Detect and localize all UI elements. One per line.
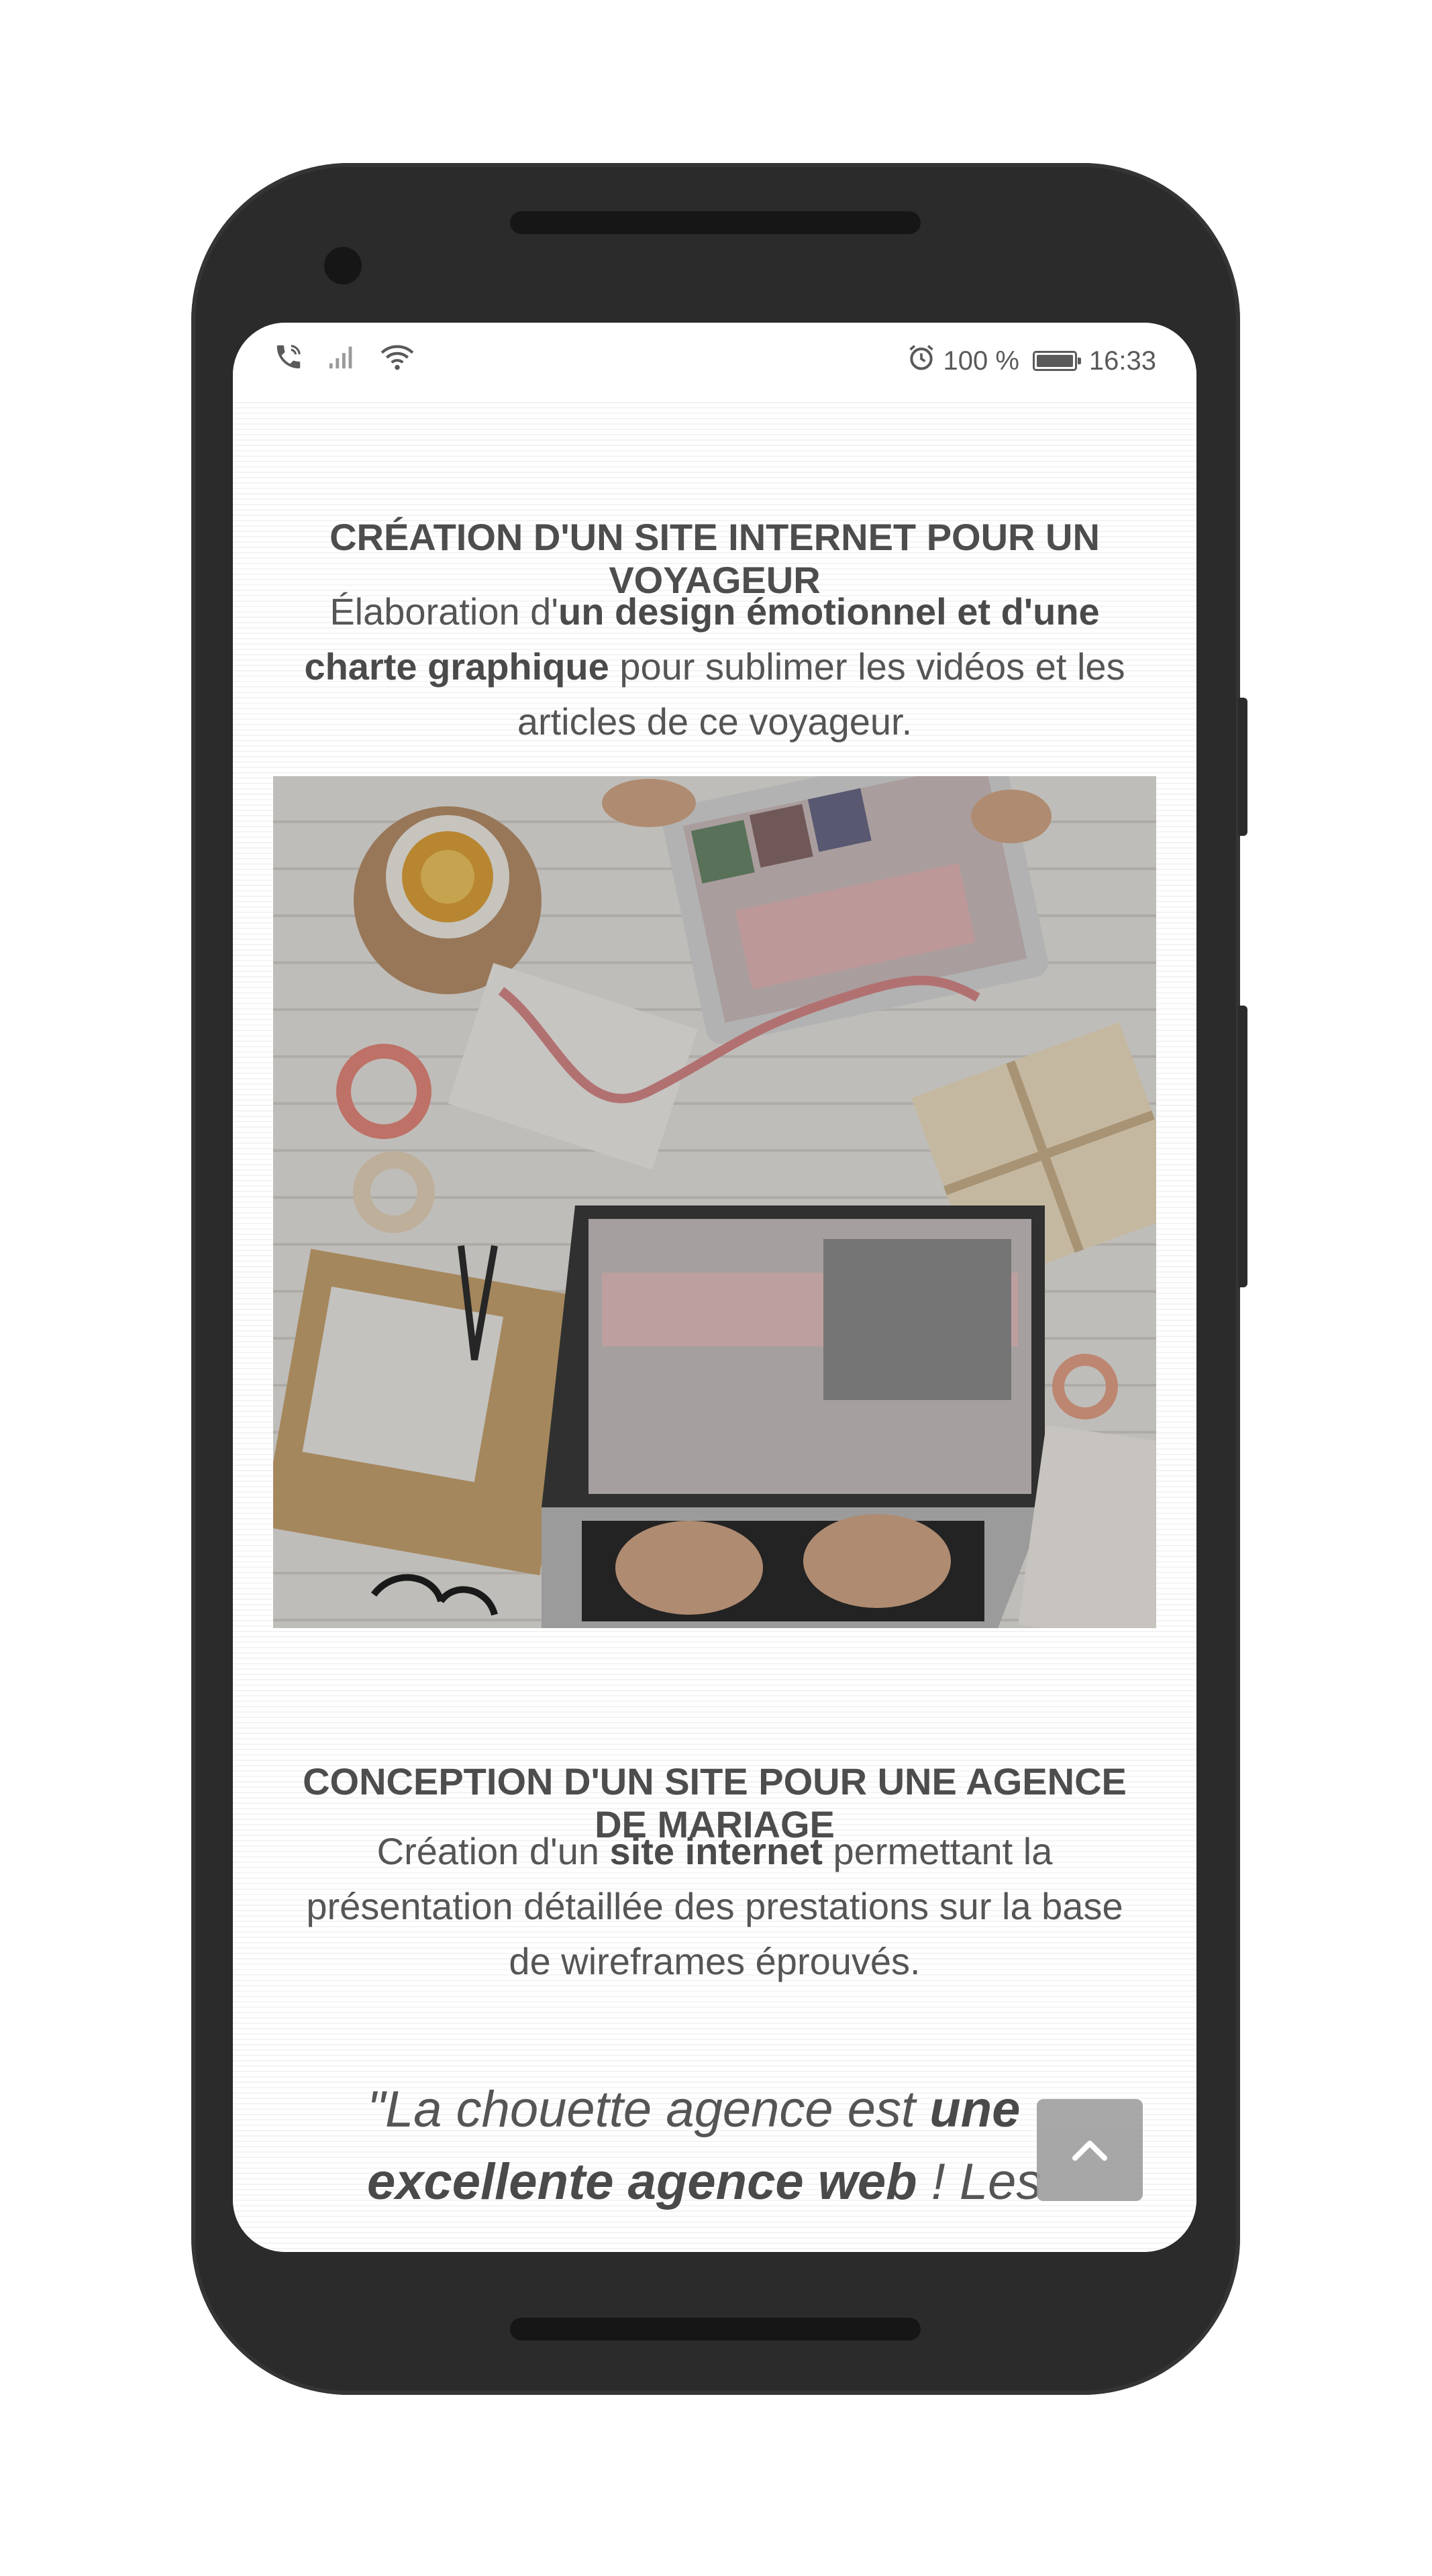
quote-text: ! Les [917, 2153, 1042, 2210]
battery-icon [1032, 351, 1081, 371]
desc-bold-text: site internet [609, 1830, 823, 1872]
phone-frame: 100 % 16:33 CRÉATION D'UN SITE INTERNET … [191, 163, 1247, 2395]
back-to-top-button[interactable] [1037, 2099, 1143, 2201]
battery-percent: 100 % [943, 345, 1019, 376]
desc-text: Élaboration d' [329, 590, 559, 633]
wifi-icon [380, 342, 414, 375]
chevron-up-icon [1072, 2141, 1107, 2161]
project-description-travel: Élaboration d'un design émotionnel et d'… [300, 584, 1129, 749]
phone-screen: 100 % 16:33 CRÉATION D'UN SITE INTERNET … [233, 323, 1196, 2252]
earpiece-speaker [510, 211, 921, 234]
power-button [1238, 1006, 1247, 1287]
alarm-icon [907, 343, 936, 379]
desk-laptop-photo [273, 776, 1156, 1628]
volume-button [1238, 698, 1247, 836]
clock: 16:33 [1088, 345, 1156, 376]
desc-text: Création d'un [376, 1830, 610, 1872]
project-description-wedding: Création d'un site internet permettant l… [300, 1824, 1129, 1989]
quote-text: "La chouette agence est [367, 2081, 930, 2138]
signal-icon [327, 343, 358, 374]
status-bar: 100 % 16:33 [233, 323, 1196, 402]
phone-wifi-call-icon [273, 341, 304, 376]
testimonial-quote: "La chouette agence est une excellente a… [367, 2074, 1105, 2218]
bottom-speaker [510, 2318, 921, 2341]
front-camera [324, 247, 362, 284]
page-content: CRÉATION D'UN SITE INTERNET POUR UN VOYA… [233, 402, 1196, 2252]
